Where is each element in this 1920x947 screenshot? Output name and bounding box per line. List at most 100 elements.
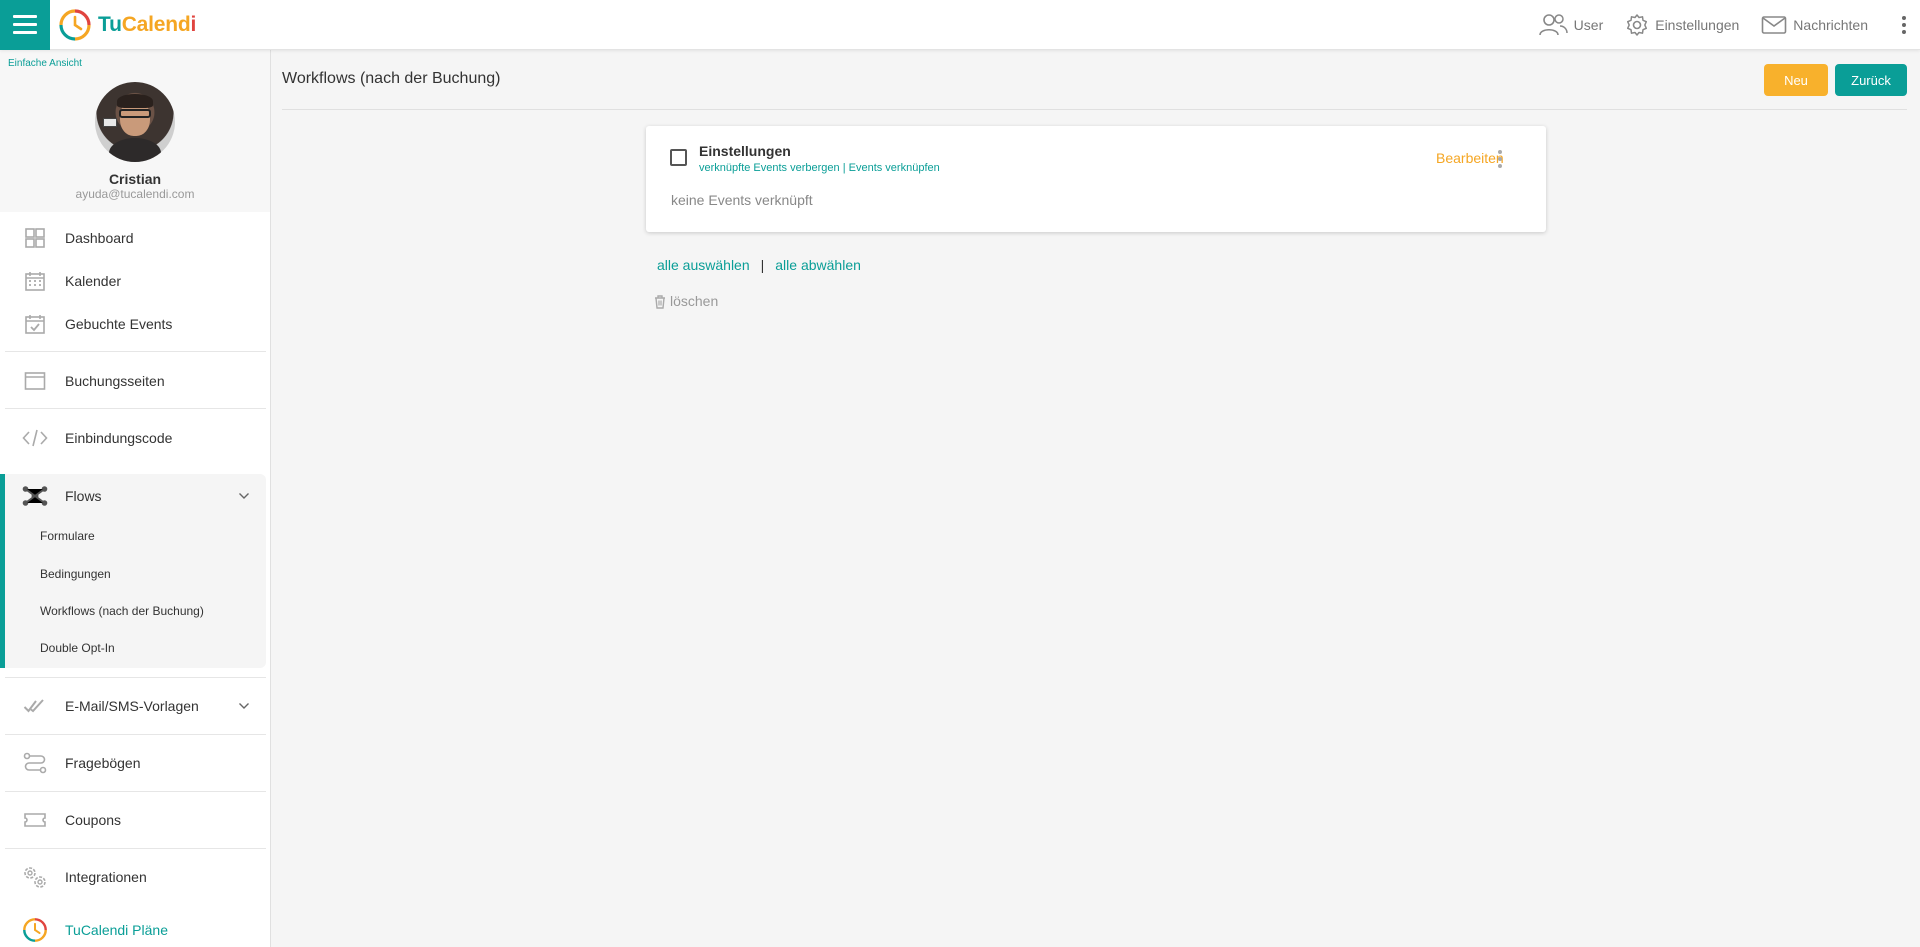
profile-name: Cristian xyxy=(108,171,162,187)
new-button[interactable]: Neu xyxy=(1764,64,1828,96)
card-more-options-icon[interactable] xyxy=(1498,150,1502,168)
chevron-down-icon xyxy=(238,487,250,505)
hamburger-line xyxy=(13,15,37,18)
kebab-dot xyxy=(1902,29,1906,34)
selection-links: alle auswählen | alle abwählen xyxy=(657,257,861,273)
sidebar-item-label: Einbindungscode xyxy=(65,429,173,446)
messages-menu-label: Nachrichten xyxy=(1793,16,1868,33)
sidebar-item-plans[interactable]: TuCalendi Pläne xyxy=(0,908,266,947)
sidebar-item-label: Dashboard xyxy=(65,229,134,246)
code-icon xyxy=(22,425,48,451)
hide-linked-events-link[interactable]: verknüpfte Events verbergen xyxy=(699,162,840,174)
trash-icon xyxy=(655,294,665,309)
sidebar-item-label: Fragebögen xyxy=(65,754,141,771)
sidebar-divider xyxy=(5,848,266,849)
settings-menu-label: Einstellungen xyxy=(1655,16,1740,33)
user-menu[interactable]: User xyxy=(1538,13,1603,37)
title-divider xyxy=(282,109,1907,110)
sidebar-subitem-forms[interactable]: Formulare xyxy=(40,529,95,543)
app-logo[interactable]: TuCalendi xyxy=(58,8,196,42)
sidebar-item-flows[interactable]: Flows xyxy=(0,474,266,517)
chevron-down-icon xyxy=(238,697,250,715)
back-button[interactable]: Zurück xyxy=(1835,64,1907,96)
flows-section: Flows Formulare Bedingungen Workflows (n… xyxy=(0,474,266,668)
deselect-all-link[interactable]: alle abwählen xyxy=(775,257,861,273)
sidebar-item-email-sms-templates[interactable]: E-Mail/SMS-Vorlagen xyxy=(0,684,266,727)
workflow-links: verknüpfte Events verbergen | Events ver… xyxy=(699,162,940,174)
dashboard-icon xyxy=(22,225,48,251)
calendar-check-icon xyxy=(22,311,48,337)
kebab-dot xyxy=(1498,164,1502,168)
ticket-icon xyxy=(22,807,48,833)
avatar[interactable] xyxy=(95,82,175,162)
kebab-dot xyxy=(1498,150,1502,154)
double-check-icon xyxy=(22,693,48,719)
sidebar: Einfache Ansicht Cristian ayuda@tucalend… xyxy=(0,50,271,947)
sidebar-item-label: Kalender xyxy=(65,272,122,289)
sidebar-item-integrations[interactable]: Integrationen xyxy=(0,855,266,898)
logo-icon xyxy=(22,917,48,943)
sidebar-divider xyxy=(5,408,266,409)
sidebar-subitem-double-opt-in[interactable]: Double Opt-In xyxy=(40,641,115,655)
gear-icon xyxy=(1627,13,1648,36)
workflow-checkbox[interactable] xyxy=(670,149,687,166)
sidebar-item-label: Coupons xyxy=(65,811,122,828)
settings-menu[interactable]: Einstellungen xyxy=(1625,13,1739,37)
kebab-dot xyxy=(1902,22,1906,27)
sidebar-item-embed-code[interactable]: Einbindungscode xyxy=(0,416,266,459)
profile-email: ayuda@tucalendi.com xyxy=(75,187,195,201)
flows-network-icon xyxy=(22,483,48,509)
delete-label: löschen xyxy=(670,293,719,309)
avatar-hair xyxy=(117,94,153,108)
users-icon xyxy=(1538,13,1568,35)
sidebar-item-label: Flows xyxy=(65,487,102,504)
sidebar-item-label: Integrationen xyxy=(65,868,147,885)
link-events-link[interactable]: Events verknüpfen xyxy=(849,162,940,174)
page-title: Workflows (nach der Buchung) xyxy=(282,70,501,87)
sidebar-subitem-conditions[interactable]: Bedingungen xyxy=(40,567,111,581)
delete-button[interactable]: löschen xyxy=(653,293,718,309)
sidebar-item-questionnaires[interactable]: Fragebögen xyxy=(0,741,266,784)
hamburger-line xyxy=(13,23,37,26)
sidebar-item-label: Gebuchte Events xyxy=(65,315,173,332)
top-bar-actions: User Einstellungen Nachrichten xyxy=(1516,0,1920,50)
main-content: Workflows (nach der Buchung) Neu Zurück … xyxy=(272,50,1920,947)
envelope-icon xyxy=(1761,15,1787,34)
logo-text-i: i xyxy=(190,12,197,36)
avatar-shirt xyxy=(109,138,161,162)
kebab-dot xyxy=(1498,157,1502,161)
workflow-card: Einstellungen verknüpfte Events verberge… xyxy=(646,126,1546,232)
messages-menu[interactable]: Nachrichten xyxy=(1761,15,1868,35)
more-options-icon[interactable] xyxy=(1898,12,1910,38)
selection-separator: | xyxy=(760,257,765,273)
profile-section: Einfache Ansicht Cristian ayuda@tucalend… xyxy=(0,50,270,212)
avatar-glasses xyxy=(119,109,151,118)
browser-window-icon xyxy=(22,368,48,394)
no-linked-events-text: keine Events verknüpft xyxy=(671,192,813,208)
sidebar-item-booked-events[interactable]: Gebuchte Events xyxy=(0,302,266,345)
select-all-link[interactable]: alle auswählen xyxy=(657,257,750,273)
simple-view-link[interactable]: Einfache Ansicht xyxy=(8,58,82,69)
avatar-camera xyxy=(103,118,117,127)
sidebar-divider xyxy=(5,791,266,792)
menu-toggle-button[interactable] xyxy=(0,0,50,50)
sidebar-item-booking-pages[interactable]: Buchungsseiten xyxy=(0,359,266,402)
link-separator: | xyxy=(839,162,849,174)
calendar-icon xyxy=(22,268,48,294)
hamburger-line xyxy=(13,31,37,34)
sidebar-item-calendar[interactable]: Kalender xyxy=(0,259,266,302)
sidebar-divider xyxy=(5,734,266,735)
logo-text-calend: Calend xyxy=(121,12,191,36)
gears-icon xyxy=(22,864,48,890)
kebab-dot xyxy=(1902,15,1906,20)
edit-button[interactable]: Bearbeiten xyxy=(1436,150,1504,166)
sidebar-item-coupons[interactable]: Coupons xyxy=(0,798,266,841)
route-icon xyxy=(22,750,48,776)
top-bar: TuCalendi User Einstellungen Nachrichten xyxy=(0,0,1920,50)
logo-wordmark: TuCalendi xyxy=(98,13,196,37)
sidebar-subitem-workflows[interactable]: Workflows (nach der Buchung) xyxy=(40,604,204,618)
sidebar-divider xyxy=(5,351,266,352)
workflow-title: Einstellungen xyxy=(699,143,791,159)
sidebar-item-label: E-Mail/SMS-Vorlagen xyxy=(65,697,199,714)
sidebar-item-dashboard[interactable]: Dashboard xyxy=(0,216,266,259)
